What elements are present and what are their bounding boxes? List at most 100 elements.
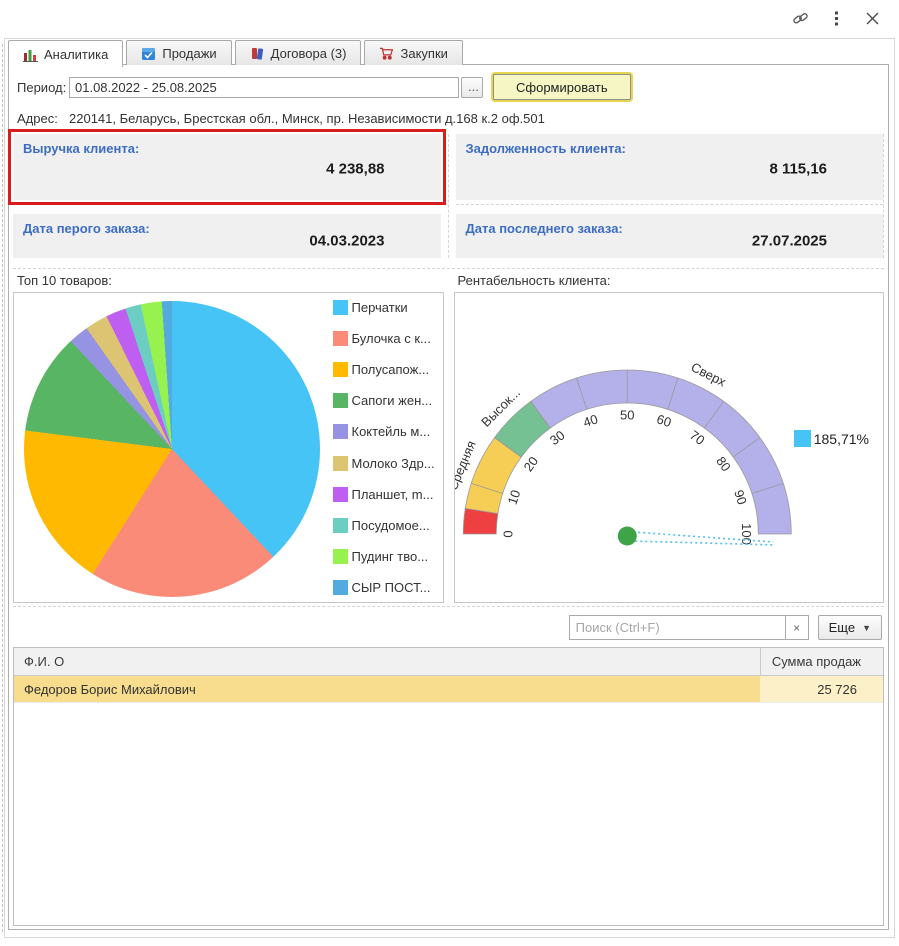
search-input-wrap: × <box>568 615 809 640</box>
svg-text:20: 20 <box>520 454 541 475</box>
column-header-name[interactable]: Ф.И. О <box>14 654 760 669</box>
legend-label: Коктейль м... <box>351 424 431 440</box>
tab-label: Закупки <box>400 45 448 61</box>
pie-legend-item: Сапоги жен... <box>332 393 439 409</box>
legend-swatch <box>332 486 348 502</box>
search-input[interactable] <box>568 615 785 640</box>
kpi-grid: Выручка клиента: 4 238,88 Дата перого зака… <box>8 129 884 258</box>
pie-legend-item: Планшет, m... <box>332 486 439 502</box>
more-button[interactable]: Еще ▼ <box>817 615 882 640</box>
tab-label: Продажи <box>162 45 217 61</box>
main-panel: Период: 01.08.2022 - 25.08.2025 ... Сфор… <box>8 64 889 930</box>
left-splitter[interactable] <box>2 44 3 932</box>
search-clear-button[interactable]: × <box>784 615 809 640</box>
svg-text:10: 10 <box>504 488 523 506</box>
svg-text:60: 60 <box>654 411 672 430</box>
tab-1[interactable]: Аналитика <box>8 40 124 67</box>
table-body: Федоров Борис Михайлович 25 726 <box>14 676 883 703</box>
legend-label: СЫР ПОСТ... <box>351 579 431 595</box>
legend-swatch <box>332 424 348 440</box>
kpi-value: 4 238,88 <box>326 160 385 178</box>
svg-text:90: 90 <box>731 488 750 506</box>
link-icon[interactable] <box>789 7 811 29</box>
tab-2[interactable]: Продажи <box>126 40 232 65</box>
pie-legend: Перчатки Булочка с к... Полусапож... Сапоги… <box>332 293 439 602</box>
legend-swatch <box>332 455 348 471</box>
dashed-separator <box>13 204 441 205</box>
address-row: Адрес: 220141, Беларусь, Брестская обл.,… <box>17 111 880 126</box>
tab-label: Договора (3) <box>270 45 347 61</box>
gauge-legend-value: 185,71% <box>813 430 869 447</box>
gauge-legend-swatch <box>793 430 811 447</box>
period-input[interactable]: 01.08.2022 - 25.08.2025 <box>69 76 459 98</box>
legend-label: Полусапож... <box>351 362 430 378</box>
legend-label: Планшет, m... <box>351 486 434 502</box>
kpi-column: Задолженность клиента: 8 115,16 Дата после… <box>447 134 883 258</box>
pie-legend-item: Полусапож... <box>332 362 439 378</box>
pie-legend-item: Молоко Здр... <box>332 455 439 471</box>
legend-swatch <box>332 548 348 564</box>
legend-swatch <box>332 517 348 533</box>
pie-legend-item: СЫР ПОСТ... <box>332 579 439 595</box>
svg-text:50: 50 <box>620 407 634 422</box>
close-icon[interactable] <box>861 7 883 29</box>
column-header-amount[interactable]: Сумма продаж <box>760 648 883 675</box>
kebab-menu-icon[interactable] <box>825 7 847 29</box>
generate-button[interactable]: Сформировать <box>493 74 631 100</box>
bar-chart-icon <box>23 47 38 62</box>
cart-icon <box>379 46 394 61</box>
kpi-value: 8 115,16 <box>769 160 827 178</box>
pie-legend-item: Посудомое... <box>332 517 439 533</box>
period-label: Период: <box>17 79 67 95</box>
legend-swatch <box>332 300 348 315</box>
period-value: 01.08.2022 - 25.08.2025 <box>75 79 217 95</box>
pie-chart-title: Топ 10 товаров: <box>17 273 112 288</box>
kpi-cell: Задолженность клиента: 8 115,16 <box>455 134 883 200</box>
more-button-label: Еще <box>828 620 856 635</box>
chevron-down-icon: ▼ <box>862 622 871 633</box>
kpi-cell: Дата перого заказа: 04.03.2023 <box>13 214 441 258</box>
period-row: Период: 01.08.2022 - 25.08.2025 ... Сфор… <box>17 74 880 100</box>
table-row[interactable]: Федоров Борис Михайлович 25 726 <box>14 676 883 703</box>
svg-text:30: 30 <box>547 427 568 448</box>
kpi-label: Задолженность клиента: <box>465 141 626 156</box>
kpi-value: 27.07.2025 <box>751 232 827 250</box>
legend-label: Перчатки <box>351 300 408 315</box>
legend-label: Молоко Здр... <box>351 455 435 471</box>
kpi-cell: Дата последнего заказа: 27.07.2025 <box>455 214 883 258</box>
charts-row: Топ 10 товаров: Перчатки Булочка с к... По… <box>13 268 884 607</box>
gauge-graphic: 010203040 50 60708090100Н...СредняяВысок..… <box>455 359 792 546</box>
pie-legend-item: Коктейль м... <box>332 424 439 440</box>
pie-legend-item: Пудинг тво... <box>332 548 439 564</box>
gauge-chart-title: Рентабельность клиента: <box>457 273 611 288</box>
legend-label: Посудомое... <box>351 517 430 533</box>
svg-text:40: 40 <box>581 411 599 430</box>
legend-swatch <box>332 393 348 409</box>
cell-name: Федоров Борис Михайлович <box>14 676 760 702</box>
pie-chart-group: Топ 10 товаров: Перчатки Булочка с к... По… <box>13 273 444 603</box>
legend-swatch <box>332 331 348 347</box>
svg-text:70: 70 <box>686 427 707 448</box>
period-picker-button[interactable]: ... <box>461 76 483 98</box>
pie-graphic[interactable] <box>24 301 320 597</box>
search-row: × Еще ▼ <box>9 615 882 640</box>
svg-text:Н...: Н... <box>455 509 457 530</box>
tab-label: Аналитика <box>44 46 109 62</box>
gauge-chart: 0 10 20 30 40 50 60 70 80 90 100 Н... Средняя Высок..… <box>453 292 884 603</box>
svg-text:100: 100 <box>738 523 753 545</box>
tab-4[interactable]: Закупки <box>364 40 463 65</box>
svg-text:0: 0 <box>500 530 515 537</box>
app-window: Аналитика Продажи Договора (3) Закупки Пери… <box>0 0 899 946</box>
pie-legend-item: Перчатки <box>332 300 439 315</box>
tab-3[interactable]: Договора (3) <box>234 40 362 65</box>
legend-label: Сапоги жен... <box>351 393 433 409</box>
legend-label: Булочка с к... <box>351 331 431 347</box>
cell-amount: 25 726 <box>760 676 883 702</box>
window-titlebar <box>0 0 899 36</box>
kpi-label: Выручка клиента: <box>23 141 140 156</box>
legend-swatch <box>332 362 348 378</box>
dashed-separator <box>455 204 883 205</box>
svg-text:80: 80 <box>713 454 734 475</box>
sales-box-icon <box>141 46 156 61</box>
gauge-legend: 185,71% <box>793 430 869 447</box>
